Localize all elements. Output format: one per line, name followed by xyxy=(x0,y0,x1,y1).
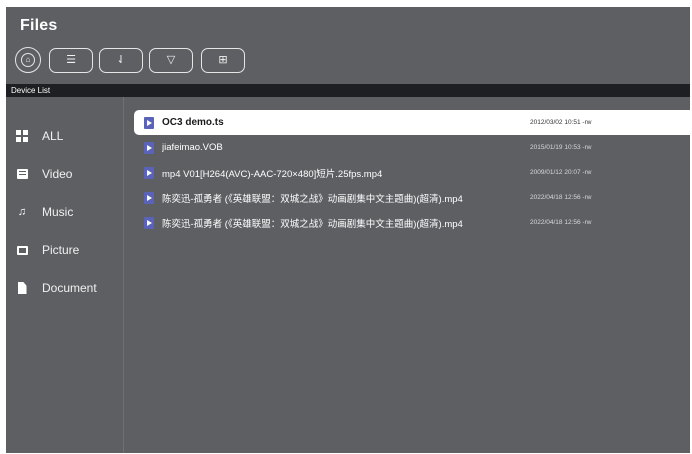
file-row[interactable]: mp4 V01[H264(AVC)-AAC-720×480]短片.25fps.m… xyxy=(134,160,690,185)
file-date: 2012/03/02 10:51 -rw xyxy=(530,119,592,126)
sidebar-item-picture[interactable]: Picture xyxy=(16,239,120,261)
sidebar-item-label: Picture xyxy=(42,243,80,257)
file-name: jiafeimao.VOB xyxy=(162,142,223,153)
file-name: OC3 demo.ts xyxy=(162,117,224,128)
video-file-icon xyxy=(144,141,154,154)
video-file-icon xyxy=(144,191,154,204)
filter-icon: ▽ xyxy=(166,54,176,66)
file-name: mp4 V01[H264(AVC)-AAC-720×480]短片.25fps.m… xyxy=(162,168,383,180)
file-date: 2022/04/18 12:56 -rw xyxy=(530,194,592,201)
sort-icon: ⇃ xyxy=(116,54,126,66)
video-file-icon xyxy=(144,116,154,129)
sidebar-item-label: Music xyxy=(42,205,74,219)
list-icon: ☰ xyxy=(66,54,76,66)
sidebar-item-video[interactable]: Video xyxy=(16,163,120,185)
sidebar-item-label: Video xyxy=(42,167,73,181)
file-date: 2015/01/19 10:53 -rw xyxy=(530,144,592,151)
app-title: Files xyxy=(20,17,58,34)
sidebar-item-label: ALL xyxy=(42,129,64,143)
list-view-button[interactable]: ☰ xyxy=(49,48,93,73)
file-row[interactable]: jiafeimao.VOB 2015/01/19 10:53 -rw xyxy=(134,135,690,160)
file-date: 2022/04/18 12:56 -rw xyxy=(530,219,592,226)
file-name: 陈奕迅-孤勇者 (《英雄联盟：双城之战》动画剧集中文主题曲)(超清).mp4 xyxy=(162,193,463,205)
filter-button[interactable]: ▽ xyxy=(149,48,193,73)
file-name: 陈奕迅-孤勇者 (《英雄联盟：双城之战》动画剧集中文主题曲)(超清).mp4 xyxy=(162,218,463,230)
sidebar: ALL Video ♫ Music Picture Document xyxy=(6,97,124,453)
file-row[interactable]: 陈奕迅-孤勇者 (《英雄联盟：双城之战》动画剧集中文主题曲)(超清).mp4 2… xyxy=(134,210,690,235)
sidebar-item-label: Document xyxy=(42,281,97,295)
home-icon: ⌂ xyxy=(21,53,35,67)
sort-button[interactable]: ⇃ xyxy=(99,48,143,73)
sidebar-item-music[interactable]: ♫ Music xyxy=(16,201,120,223)
picture-icon xyxy=(16,244,28,256)
grid-icon xyxy=(16,130,28,142)
video-file-icon xyxy=(144,216,154,229)
sidebar-item-all[interactable]: ALL xyxy=(16,125,120,147)
device-list-bar[interactable]: Device List xyxy=(6,84,690,97)
document-icon xyxy=(16,282,28,294)
home-button[interactable]: ⌂ xyxy=(15,47,41,73)
file-date: 2009/01/12 20:07 -rw xyxy=(530,169,592,176)
music-note-icon: ♫ xyxy=(17,206,27,218)
video-icon xyxy=(16,168,28,180)
video-file-icon xyxy=(144,166,154,179)
grid-view-icon: ⊞ xyxy=(218,54,228,66)
sidebar-item-document[interactable]: Document xyxy=(16,277,120,299)
file-manager-window: Files ⌂ ☰ ⇃ ▽ ⊞ Device List ALL Video ♫ … xyxy=(6,7,690,453)
file-row[interactable]: OC3 demo.ts 2012/03/02 10:51 -rw xyxy=(134,110,690,135)
file-row[interactable]: 陈奕迅-孤勇者 (《英雄联盟：双城之战》动画剧集中文主题曲)(超清).mp4 2… xyxy=(134,185,690,210)
grid-view-button[interactable]: ⊞ xyxy=(201,48,245,73)
